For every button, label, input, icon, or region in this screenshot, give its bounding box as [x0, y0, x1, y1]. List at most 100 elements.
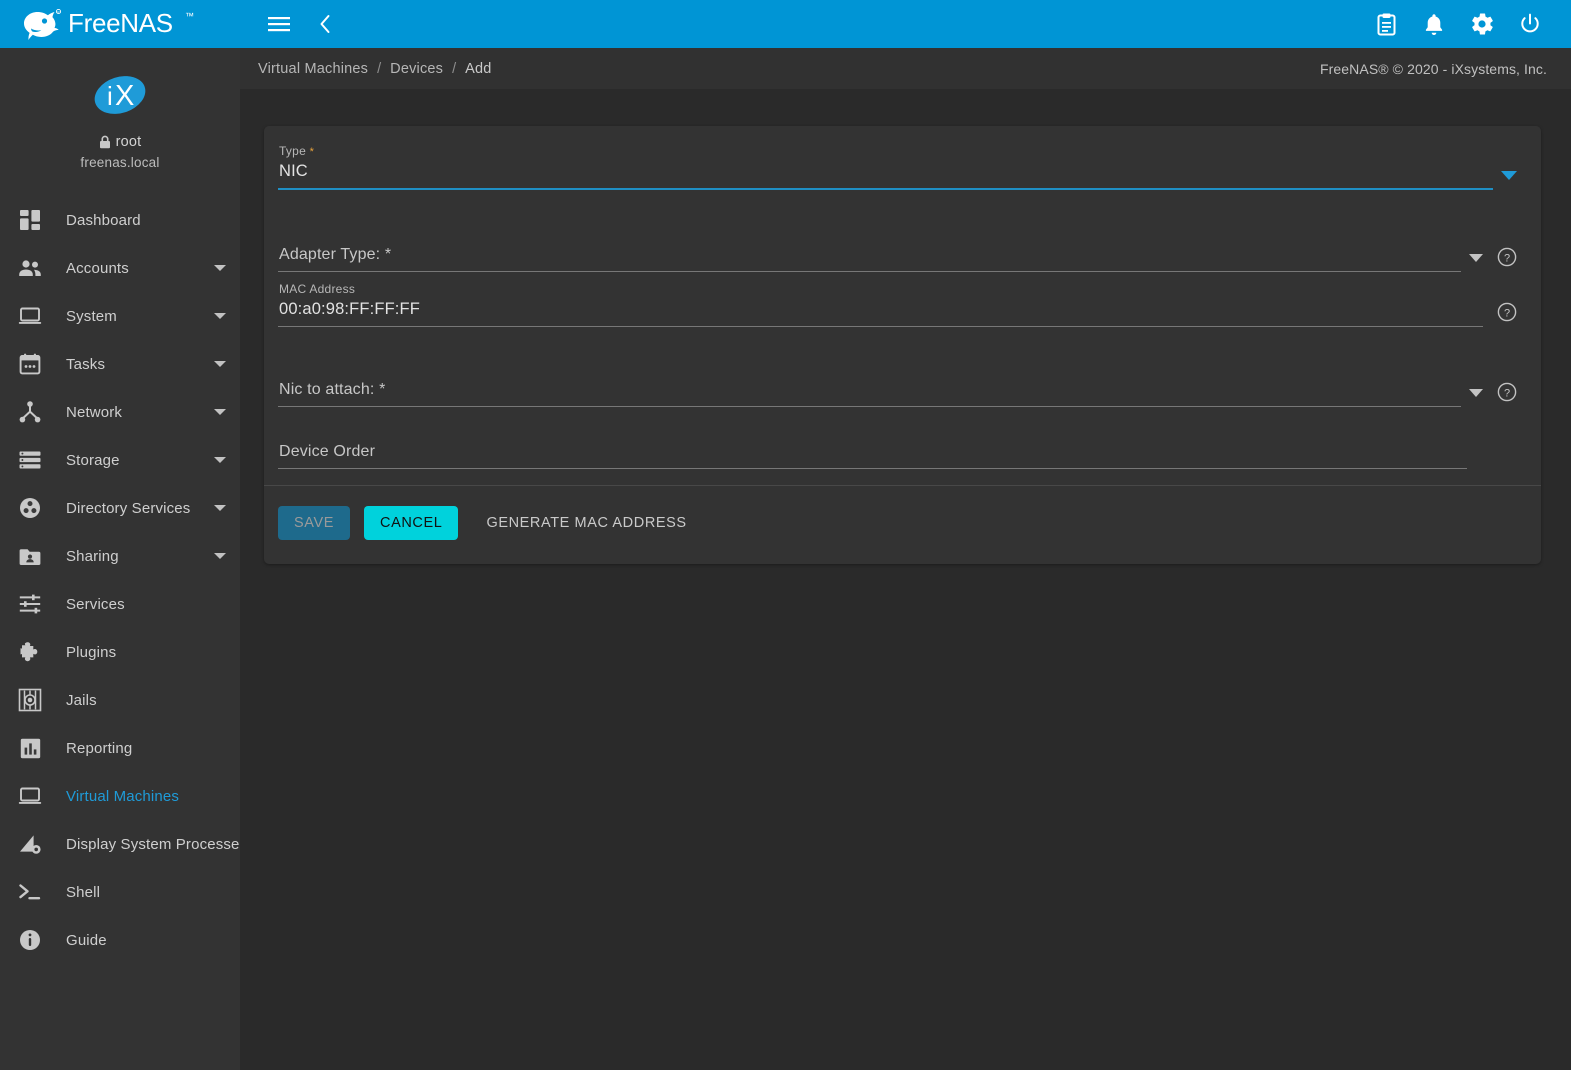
sidebar-item-label: Dashboard: [66, 212, 141, 229]
sidebar-item-label: Jails: [66, 692, 97, 709]
top-header-bar: R FreeNAS ™: [0, 0, 1571, 48]
sidebar-item-guide[interactable]: Guide: [0, 916, 240, 964]
sidebar-item-label: Guide: [66, 932, 107, 949]
directory-services-icon: [12, 494, 48, 522]
task-manager-icon[interactable]: [1369, 7, 1403, 41]
plugins-puzzle-icon: [12, 638, 48, 666]
sidebar-item-label: Sharing: [66, 548, 119, 565]
breadcrumb-item-devices[interactable]: Devices: [390, 61, 443, 77]
sidebar-item-display-system-processes[interactable]: Display System Processes: [0, 820, 240, 868]
field-type: Type * NIC: [278, 144, 1517, 190]
chevron-down-icon[interactable]: [214, 457, 226, 463]
guide-info-icon: [12, 926, 48, 954]
tasks-calendar-icon: [12, 350, 48, 378]
sidebar-item-services[interactable]: Services: [0, 580, 240, 628]
sidebar-item-sharing[interactable]: Sharing: [0, 532, 240, 580]
dashboard-icon: [12, 206, 48, 234]
help-circle-icon[interactable]: ?: [1497, 302, 1517, 322]
jails-icon: [12, 686, 48, 714]
sidebar-item-label: System: [66, 308, 117, 325]
chevron-down-icon[interactable]: [214, 361, 226, 367]
display-system-processes-icon: [12, 830, 48, 858]
sidebar-item-label: Accounts: [66, 260, 129, 277]
field-adapter-type-label[interactable]: Adapter Type: *: [278, 222, 1461, 271]
chevron-down-icon[interactable]: [1501, 171, 1517, 180]
svg-text:i: i: [107, 81, 113, 111]
sidebar-item-label: Tasks: [66, 356, 105, 373]
sidebar-user-block: i X root freenas.local: [0, 48, 240, 186]
chevron-down-icon[interactable]: [1469, 389, 1483, 397]
accounts-icon: [12, 254, 48, 282]
main-content-area: Virtual Machines / Devices / Add FreeNAS…: [240, 48, 1571, 1070]
freenas-fish-logo-icon: R: [18, 7, 64, 41]
field-type-label-text: Type: [279, 144, 306, 158]
topbar-right-controls: [1369, 7, 1571, 41]
field-type-value[interactable]: NIC: [278, 160, 1493, 188]
topbar-left-controls: [240, 7, 342, 41]
chevron-down-icon[interactable]: [214, 409, 226, 415]
help-circle-icon[interactable]: ?: [1497, 382, 1517, 402]
chevron-left-icon[interactable]: [308, 7, 342, 41]
field-adapter-type-underline: [278, 271, 1461, 272]
sidebar-item-plugins[interactable]: Plugins: [0, 628, 240, 676]
field-nic-to-attach-label[interactable]: Nic to attach: *: [278, 357, 1461, 406]
sidebar-item-label: Storage: [66, 452, 120, 469]
brand-logo-area[interactable]: R FreeNAS ™: [0, 0, 240, 48]
sidebar-item-label: Virtual Machines: [66, 788, 179, 805]
chevron-down-icon[interactable]: [214, 553, 226, 559]
save-button[interactable]: SAVE: [278, 506, 350, 540]
breadcrumb-bar: Virtual Machines / Devices / Add FreeNAS…: [240, 48, 1571, 89]
breadcrumb-item-add: Add: [465, 61, 491, 77]
sidebar-menu-list: Dashboard Accounts: [0, 196, 240, 964]
reporting-chart-icon: [12, 734, 48, 762]
brand-wordmark: FreeNAS ™: [68, 7, 218, 41]
sidebar-item-reporting[interactable]: Reporting: [0, 724, 240, 772]
sidebar-item-shell[interactable]: Shell: [0, 868, 240, 916]
chevron-down-icon[interactable]: [214, 313, 226, 319]
svg-text:X: X: [115, 80, 134, 112]
system-icon: [12, 302, 48, 330]
generate-mac-address-button[interactable]: GENERATE MAC ADDRESS: [478, 506, 694, 540]
sidebar-navigation: i X root freenas.local: [0, 48, 240, 1070]
field-mac-address-value[interactable]: 00:a0:98:FF:FF:FF: [278, 298, 1483, 326]
chevron-down-icon[interactable]: [214, 265, 226, 271]
field-mac-address-underline: [278, 326, 1483, 327]
hamburger-menu-icon[interactable]: [262, 7, 296, 41]
network-icon: [12, 398, 48, 426]
cancel-button[interactable]: CANCEL: [364, 506, 458, 540]
power-icon[interactable]: [1513, 7, 1547, 41]
sidebar-item-directory-services[interactable]: Directory Services: [0, 484, 240, 532]
svg-text:?: ?: [1504, 387, 1510, 399]
sidebar-item-tasks[interactable]: Tasks: [0, 340, 240, 388]
breadcrumb-item-virtual-machines[interactable]: Virtual Machines: [258, 61, 368, 77]
sidebar-hostname: freenas.local: [80, 155, 159, 170]
form-action-buttons: SAVE CANCEL GENERATE MAC ADDRESS: [264, 486, 1541, 564]
sidebar-item-system[interactable]: System: [0, 292, 240, 340]
settings-gear-icon[interactable]: [1465, 7, 1499, 41]
svg-text:?: ?: [1504, 252, 1510, 264]
sidebar-item-accounts[interactable]: Accounts: [0, 244, 240, 292]
sidebar-item-label: Reporting: [66, 740, 132, 757]
sidebar-item-network[interactable]: Network: [0, 388, 240, 436]
sidebar-item-dashboard[interactable]: Dashboard: [0, 196, 240, 244]
notifications-bell-icon[interactable]: [1417, 7, 1451, 41]
lock-icon: [99, 135, 111, 149]
help-circle-icon[interactable]: ?: [1497, 247, 1517, 267]
field-adapter-type: Adapter Type: * ?: [278, 222, 1517, 272]
services-sliders-icon: [12, 590, 48, 618]
sidebar-item-storage[interactable]: Storage: [0, 436, 240, 484]
storage-icon: [12, 446, 48, 474]
sidebar-item-virtual-machines[interactable]: Virtual Machines: [0, 772, 240, 820]
sidebar-item-jails[interactable]: Jails: [0, 676, 240, 724]
sidebar-item-label: Shell: [66, 884, 100, 901]
breadcrumb-separator: /: [377, 61, 381, 77]
sidebar-item-label: Network: [66, 404, 122, 421]
svg-text:™: ™: [185, 11, 194, 21]
sidebar-item-label: Display System Processes: [66, 836, 240, 853]
chevron-down-icon[interactable]: [1469, 254, 1483, 262]
field-nic-to-attach: Nic to attach: * ?: [278, 357, 1517, 407]
chevron-down-icon[interactable]: [214, 505, 226, 511]
field-device-order-label[interactable]: Device Order: [278, 419, 1467, 468]
field-nic-to-attach-underline: [278, 406, 1461, 407]
ix-systems-avatar-icon: i X: [91, 70, 149, 120]
